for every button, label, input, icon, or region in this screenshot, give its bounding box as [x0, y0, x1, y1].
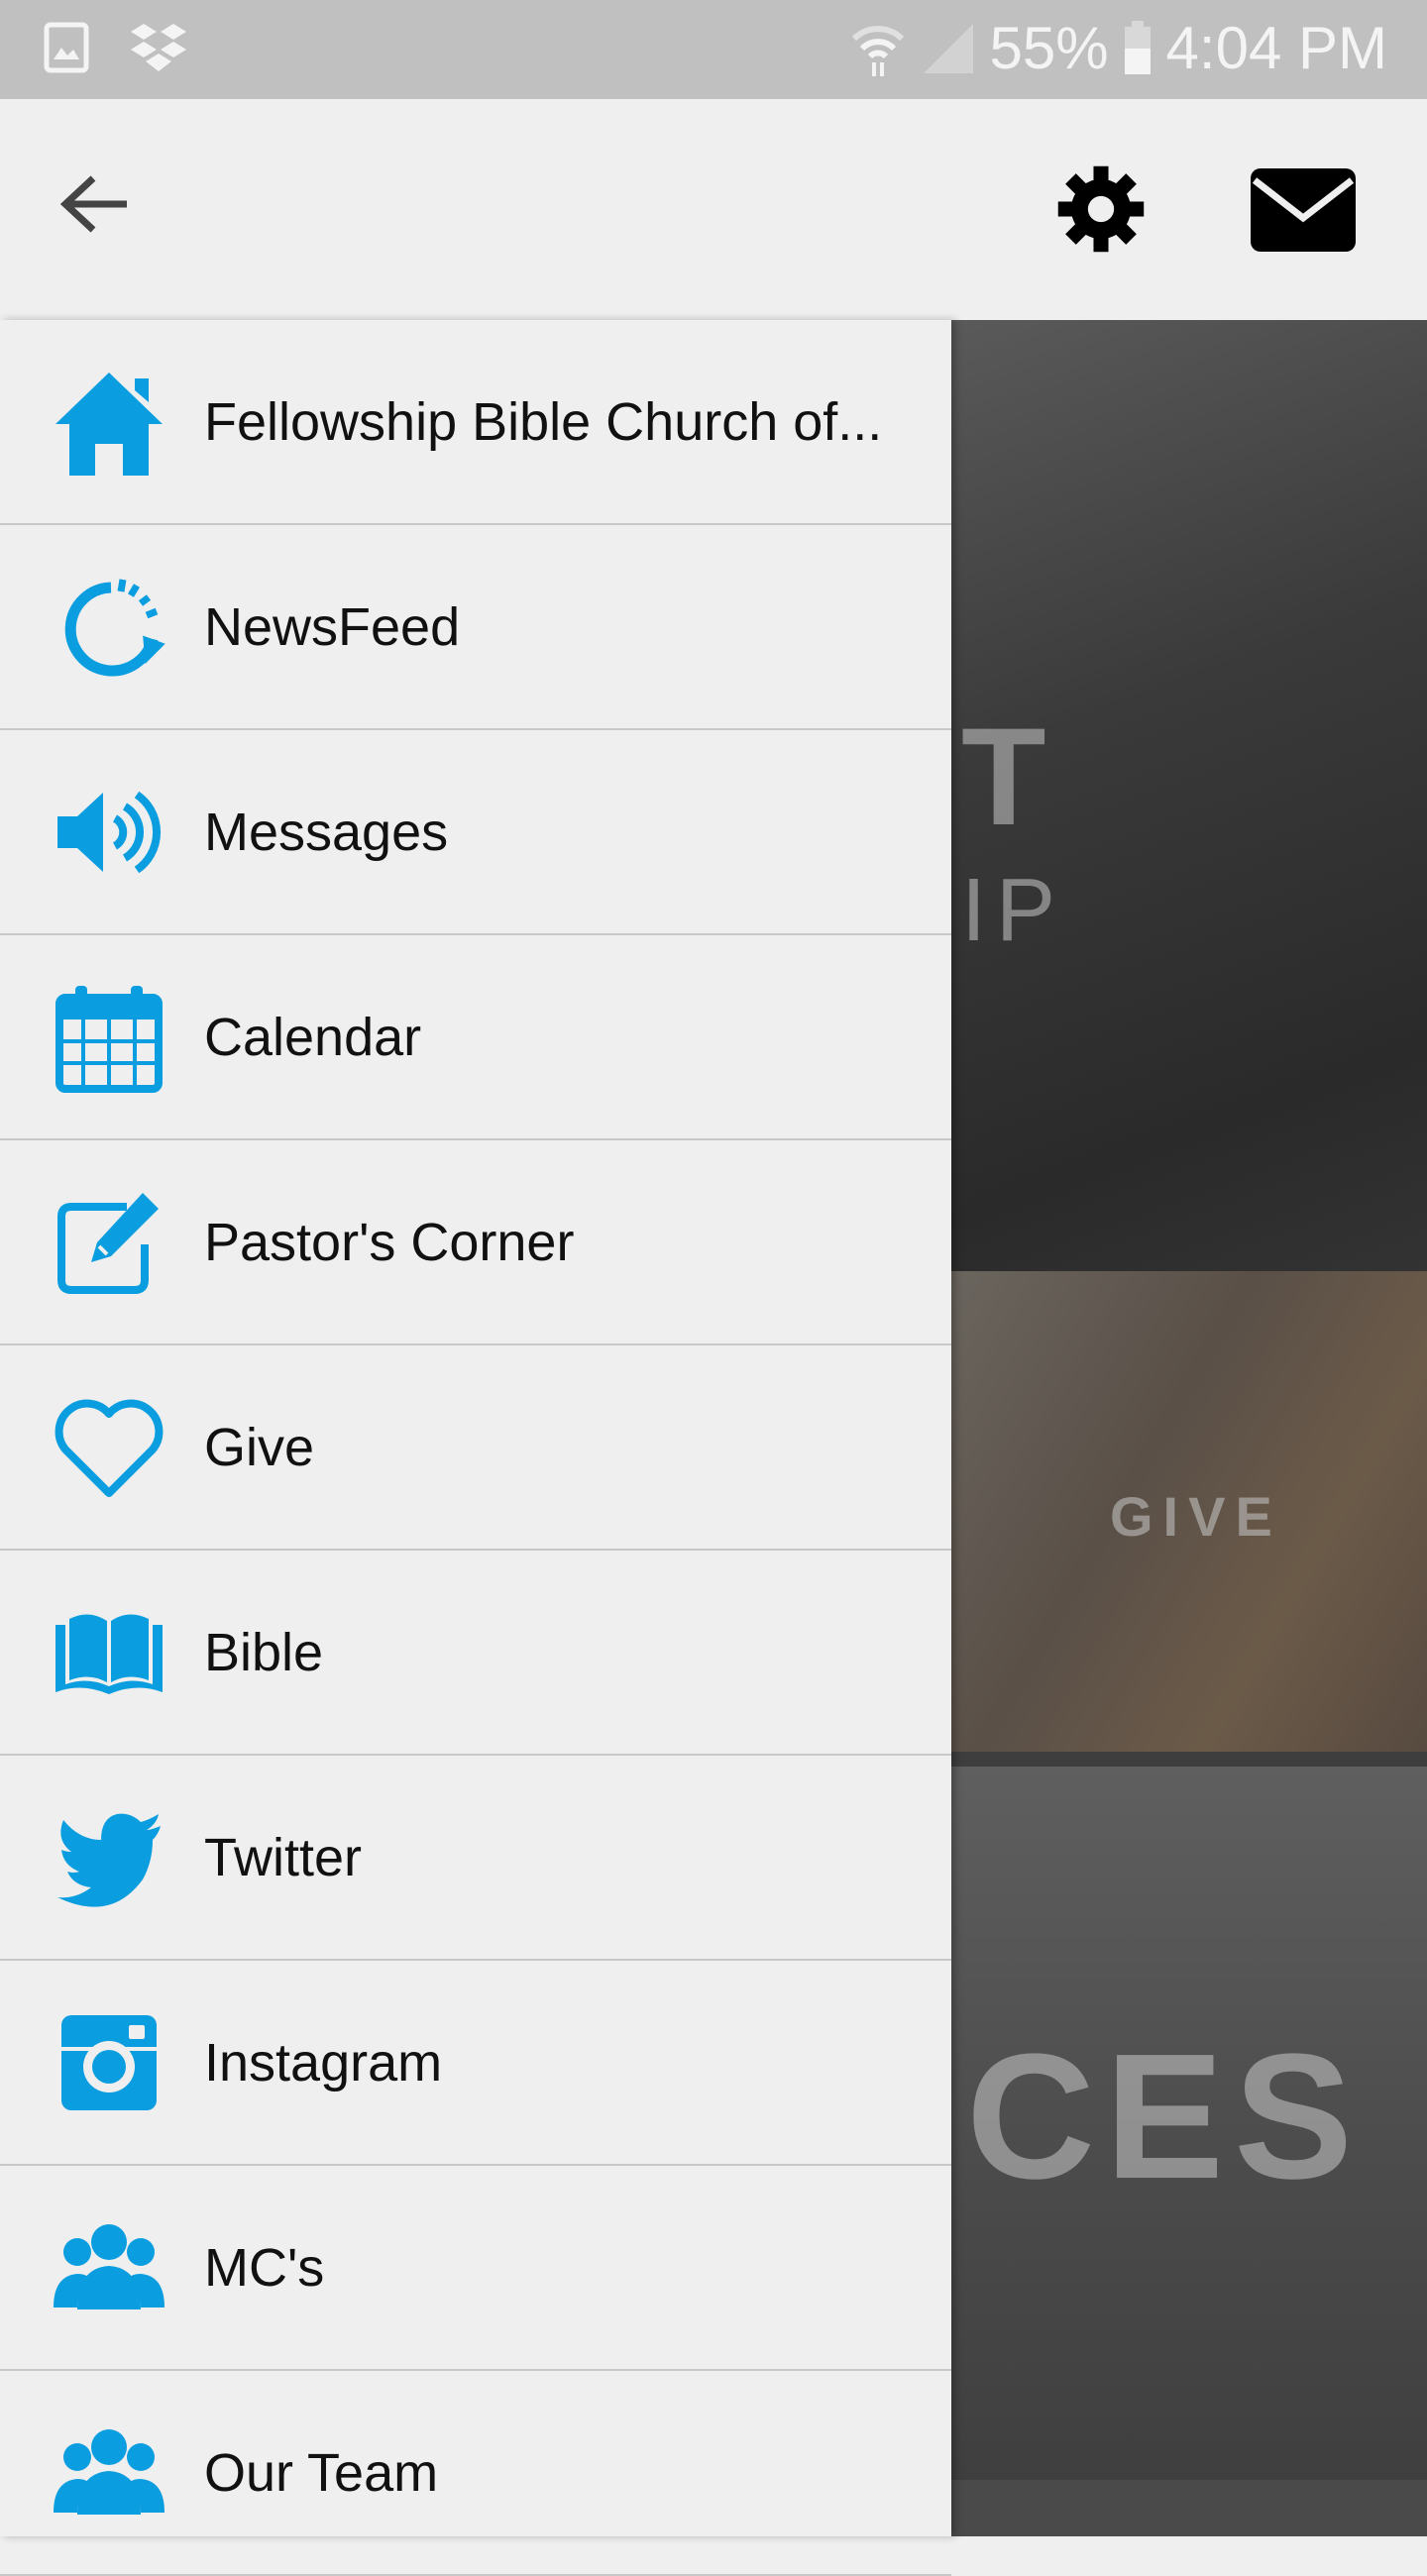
battery-percent: 55% [989, 15, 1109, 81]
tile-title: T [961, 698, 1056, 854]
menu-item-label: Twitter [204, 1827, 363, 1887]
dropbox-icon [131, 24, 186, 71]
menu-item-mc-s[interactable]: MC's [0, 2166, 951, 2371]
gear-icon[interactable] [1054, 162, 1148, 256]
menu-item-label: Our Team [204, 2442, 439, 2503]
tile-subtitle: IP [961, 861, 1066, 960]
menu-item-label: Give [204, 1417, 315, 1477]
home-tiles-background: T IP GIVE CES [951, 320, 1427, 2536]
clock: 4:04 PM [1165, 15, 1387, 81]
menu-item-label: Calendar [204, 1007, 422, 1067]
tile-resources[interactable]: CES [951, 1767, 1427, 2480]
status-bar: 55% 4:04 PM [0, 0, 1427, 99]
back-arrow-icon[interactable] [55, 174, 135, 234]
signal-icon [924, 23, 974, 73]
menu-item-label: MC's [204, 2237, 325, 2298]
tile-give[interactable]: GIVE [951, 1271, 1427, 1752]
menu-item-newsfeed[interactable]: NewsFeed [0, 525, 951, 730]
menu-item-twitter[interactable]: Twitter [0, 1756, 951, 1961]
calendar-icon [50, 978, 168, 1097]
group-icon [50, 2414, 168, 2532]
menu-item-calendar[interactable]: Calendar [0, 935, 951, 1140]
tile-worship[interactable]: T IP [951, 320, 1427, 1271]
group-icon [50, 2208, 168, 2327]
menu-item-label: Messages [204, 802, 449, 862]
menu-item-label: Fellowship Bible Church of... [204, 391, 883, 452]
menu-item-give[interactable]: Give [0, 1345, 951, 1551]
menu-item-label: NewsFeed [204, 596, 461, 657]
menu-item-bible[interactable]: Bible [0, 1551, 951, 1756]
mail-icon[interactable] [1251, 168, 1356, 252]
heart-icon [50, 1388, 168, 1507]
refresh-icon [50, 568, 168, 687]
menu-item-label: Bible [204, 1622, 324, 1682]
menu-item-instagram[interactable]: Instagram [0, 1961, 951, 2166]
tile-title: CES [966, 2017, 1364, 2216]
tile-next[interactable] [951, 2480, 1427, 2536]
tile-title: GIVE [1110, 1485, 1282, 1548]
menu-item-label: Instagram [204, 2032, 443, 2093]
twitter-icon [50, 1798, 168, 1917]
navigation-drawer: Fellowship Bible Church of... NewsFeed Mes… [0, 320, 951, 2576]
battery-icon [1124, 20, 1151, 74]
gallery-icon [44, 22, 89, 73]
menu-item-fellowship-bible-church-of[interactable]: Fellowship Bible Church of... [0, 320, 951, 525]
home-icon [50, 363, 168, 482]
instagram-icon [50, 2003, 168, 2122]
menu-item-our-team[interactable]: Our Team [0, 2371, 951, 2576]
menu-item-messages[interactable]: Messages [0, 730, 951, 935]
edit-icon [50, 1183, 168, 1302]
app-header [0, 99, 1427, 320]
menu-item-label: Pastor's Corner [204, 1212, 575, 1272]
menu-item-pastor-s-corner[interactable]: Pastor's Corner [0, 1140, 951, 1345]
book-icon [50, 1593, 168, 1712]
speaker-icon [50, 773, 168, 892]
wifi-icon [852, 25, 905, 76]
